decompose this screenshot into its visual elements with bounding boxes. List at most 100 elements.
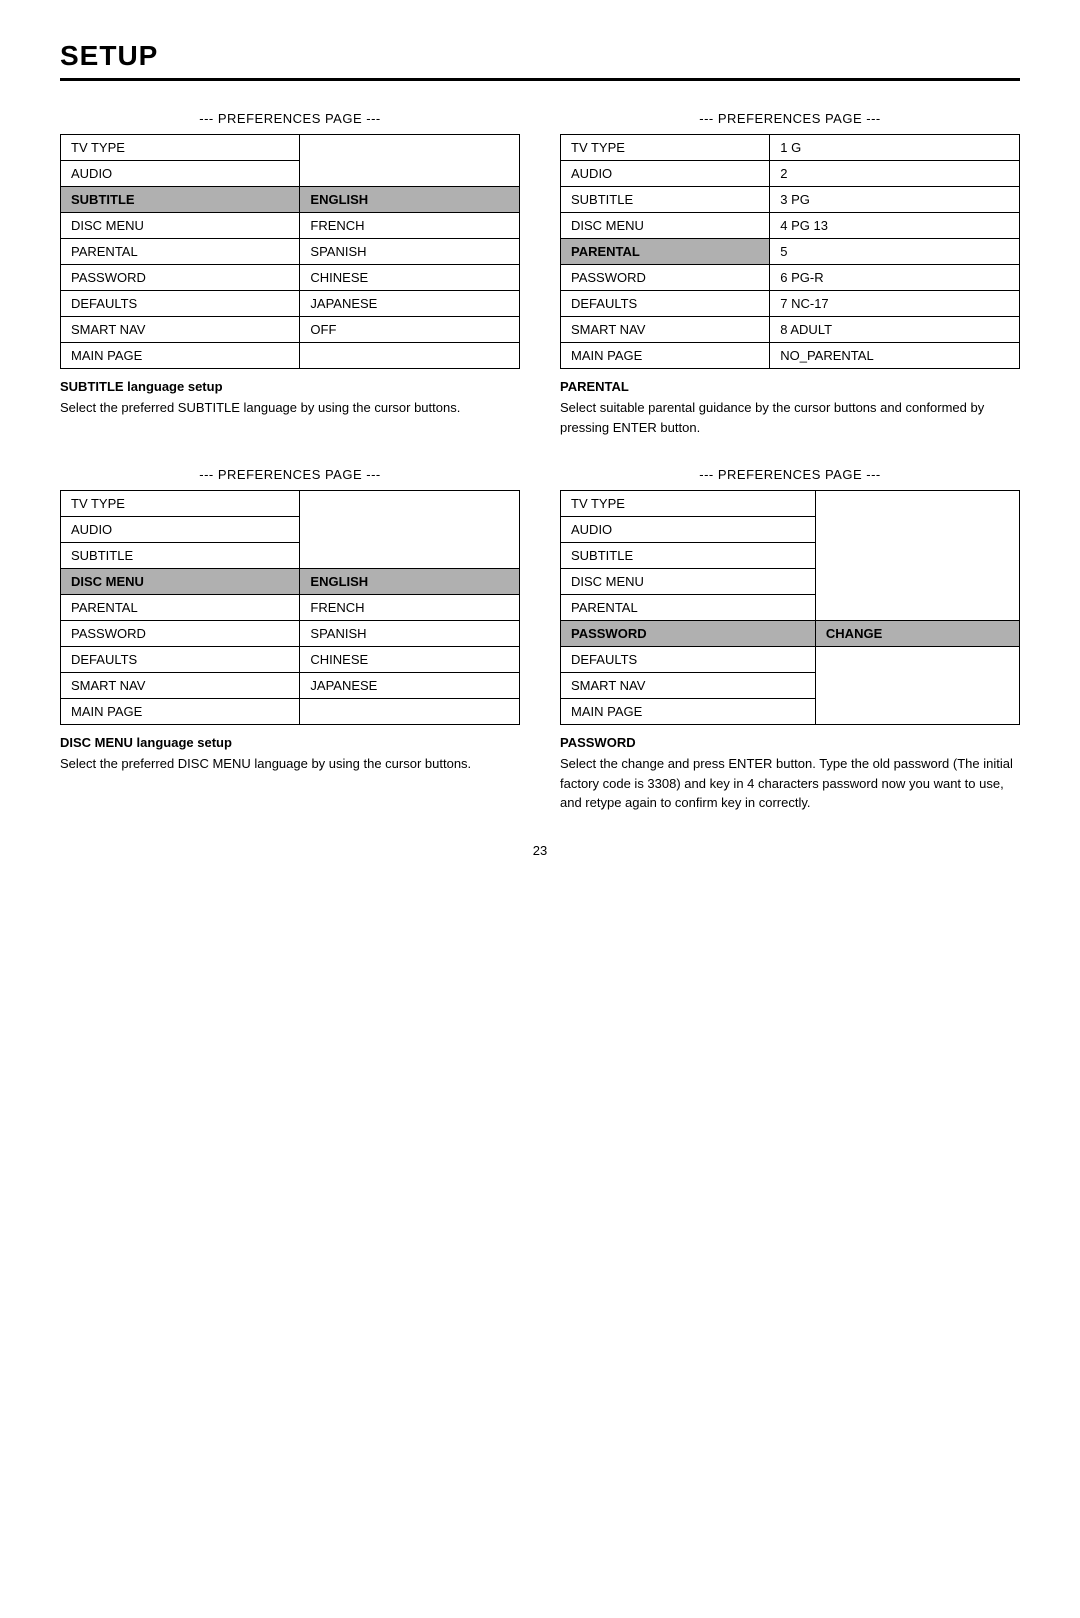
menu-item-col1[interactable]: SUBTITLE	[61, 543, 300, 569]
menu-item-col1[interactable]: DISC MENU	[61, 213, 300, 239]
menu-item-col2[interactable]: 6 PG-R	[770, 265, 1020, 291]
table-row: TV TYPE	[61, 135, 520, 161]
menu-item-col1[interactable]: PASSWORD	[61, 621, 300, 647]
menu-item-col2[interactable]: 5	[770, 239, 1020, 265]
menu-item-col2[interactable]: OFF	[300, 317, 520, 343]
menu-item-col2[interactable]: NO_PARENTAL	[770, 343, 1020, 369]
menu-item-col2[interactable]: SPANISH	[300, 621, 520, 647]
menu-item-col1[interactable]: SMART NAV	[61, 673, 300, 699]
menu-item-col1[interactable]: PARENTAL	[61, 595, 300, 621]
menu-item-col2[interactable]: CHINESE	[300, 647, 520, 673]
menu-item-col1[interactable]: AUDIO	[561, 161, 770, 187]
table-row: TV TYPE1 G	[561, 135, 1020, 161]
menu-item-col1[interactable]: SMART NAV	[561, 673, 816, 699]
table-row: AUDIO	[61, 161, 520, 187]
menu-item-col1[interactable]: PASSWORD	[561, 621, 816, 647]
table-row: SMART NAVOFF	[61, 317, 520, 343]
bottom-right-section: --- PREFERENCES PAGE --- TV TYPEAUDIOSUB…	[560, 467, 1020, 813]
menu-item-col1[interactable]: AUDIO	[61, 517, 300, 543]
menu-item-col1[interactable]: DISC MENU	[561, 569, 816, 595]
bottom-right-table: TV TYPEAUDIOSUBTITLEDISC MENUPARENTALPAS…	[560, 490, 1020, 725]
menu-item-col1[interactable]: PASSWORD	[561, 265, 770, 291]
table-row: MAIN PAGENO_PARENTAL	[561, 343, 1020, 369]
top-right-pref-label: --- PREFERENCES PAGE ---	[560, 111, 1020, 126]
menu-item-col1[interactable]: SUBTITLE	[561, 543, 816, 569]
menu-item-col2[interactable]: 1 G	[770, 135, 1020, 161]
menu-item-col2[interactable]: 2	[770, 161, 1020, 187]
top-left-pref-label: --- PREFERENCES PAGE ---	[60, 111, 520, 126]
top-left-table: TV TYPEAUDIOSUBTITLEENGLISHDISC MENUFREN…	[60, 134, 520, 369]
menu-item-col2[interactable]: 3 PG	[770, 187, 1020, 213]
top-left-desc: SUBTITLE language setup Select the prefe…	[60, 379, 520, 418]
menu-item-col1[interactable]: DEFAULTS	[561, 647, 816, 673]
table-row: SUBTITLE	[561, 543, 1020, 569]
menu-item-col2[interactable]: ENGLISH	[300, 187, 520, 213]
menu-item-col1[interactable]: DEFAULTS	[61, 647, 300, 673]
top-left-desc-text: Select the preferred SUBTITLE language b…	[60, 398, 520, 418]
menu-item-col1[interactable]: TV TYPE	[61, 491, 300, 517]
menu-item-col1[interactable]: MAIN PAGE	[561, 699, 816, 725]
menu-item-col2[interactable]: JAPANESE	[300, 673, 520, 699]
menu-item-col2[interactable]: 7 NC-17	[770, 291, 1020, 317]
bottom-right-desc-title: PASSWORD	[560, 735, 1020, 750]
top-left-section: --- PREFERENCES PAGE --- TV TYPEAUDIOSUB…	[60, 111, 520, 437]
menu-item-col2[interactable]: JAPANESE	[300, 291, 520, 317]
menu-item-col1[interactable]: TV TYPE	[61, 135, 300, 161]
table-row: DEFAULTSCHINESE	[61, 647, 520, 673]
menu-item-col2[interactable]: CHANGE	[815, 621, 1019, 647]
table-row: TV TYPE	[561, 491, 1020, 517]
menu-item-col1[interactable]: PARENTAL	[561, 239, 770, 265]
bottom-left-section: --- PREFERENCES PAGE --- TV TYPEAUDIOSUB…	[60, 467, 520, 813]
table-row: TV TYPE	[61, 491, 520, 517]
menu-item-col1[interactable]: MAIN PAGE	[561, 343, 770, 369]
top-right-desc-text: Select suitable parental guidance by the…	[560, 398, 1020, 437]
bottom-right-desc: PASSWORD Select the change and press ENT…	[560, 735, 1020, 813]
menu-item-col2[interactable]: CHINESE	[300, 265, 520, 291]
bottom-left-pref-label: --- PREFERENCES PAGE ---	[60, 467, 520, 482]
menu-item-col2[interactable]: FRENCH	[300, 595, 520, 621]
menu-item-col1[interactable]: MAIN PAGE	[61, 343, 300, 369]
menu-item-col1[interactable]: DEFAULTS	[61, 291, 300, 317]
menu-item-col2[interactable]: 8 ADULT	[770, 317, 1020, 343]
top-right-section: --- PREFERENCES PAGE --- TV TYPE1 GAUDIO…	[560, 111, 1020, 437]
menu-item-col1[interactable]: PARENTAL	[561, 595, 816, 621]
table-row: MAIN PAGE	[61, 699, 520, 725]
menu-item-col1[interactable]: PASSWORD	[61, 265, 300, 291]
bottom-left-desc: DISC MENU language setup Select the pref…	[60, 735, 520, 774]
menu-item-col1[interactable]: SMART NAV	[61, 317, 300, 343]
bottom-left-desc-text: Select the preferred DISC MENU language …	[60, 754, 520, 774]
table-row: SMART NAV	[561, 673, 1020, 699]
table-row: SMART NAV8 ADULT	[561, 317, 1020, 343]
menu-item-col1[interactable]: SUBTITLE	[561, 187, 770, 213]
menu-item-col1[interactable]: DEFAULTS	[561, 291, 770, 317]
table-row: DEFAULTSJAPANESE	[61, 291, 520, 317]
table-row: AUDIO	[561, 517, 1020, 543]
menu-item-col1[interactable]: MAIN PAGE	[61, 699, 300, 725]
table-row: SUBTITLE	[61, 543, 520, 569]
menu-item-col2[interactable]: FRENCH	[300, 213, 520, 239]
menu-item-col1[interactable]: AUDIO	[561, 517, 816, 543]
table-row: DISC MENUFRENCH	[61, 213, 520, 239]
menu-item-col2[interactable]: ENGLISH	[300, 569, 520, 595]
menu-item-col2[interactable]: 4 PG 13	[770, 213, 1020, 239]
bottom-left-table: TV TYPEAUDIOSUBTITLEDISC MENUENGLISHPARE…	[60, 490, 520, 725]
table-row: MAIN PAGE	[61, 343, 520, 369]
table-row: PARENTALFRENCH	[61, 595, 520, 621]
menu-item-col1[interactable]: PARENTAL	[61, 239, 300, 265]
top-right-table: TV TYPE1 GAUDIO2SUBTITLE3 PGDISC MENU4 P…	[560, 134, 1020, 369]
menu-item-col1[interactable]: TV TYPE	[561, 135, 770, 161]
menu-item-col1[interactable]: AUDIO	[61, 161, 300, 187]
table-row: SMART NAVJAPANESE	[61, 673, 520, 699]
table-row: MAIN PAGE	[561, 699, 1020, 725]
table-row: PARENTALSPANISH	[61, 239, 520, 265]
top-left-desc-title: SUBTITLE language setup	[60, 379, 520, 394]
menu-item-col2[interactable]: SPANISH	[300, 239, 520, 265]
menu-item-col1[interactable]: SUBTITLE	[61, 187, 300, 213]
menu-item-col1[interactable]: TV TYPE	[561, 491, 816, 517]
table-row: PARENTAL	[561, 595, 1020, 621]
menu-item-col1[interactable]: DISC MENU	[61, 569, 300, 595]
menu-item-col1[interactable]: SMART NAV	[561, 317, 770, 343]
table-row: PARENTAL5	[561, 239, 1020, 265]
menu-item-col1[interactable]: DISC MENU	[561, 213, 770, 239]
table-row: DEFAULTS7 NC-17	[561, 291, 1020, 317]
